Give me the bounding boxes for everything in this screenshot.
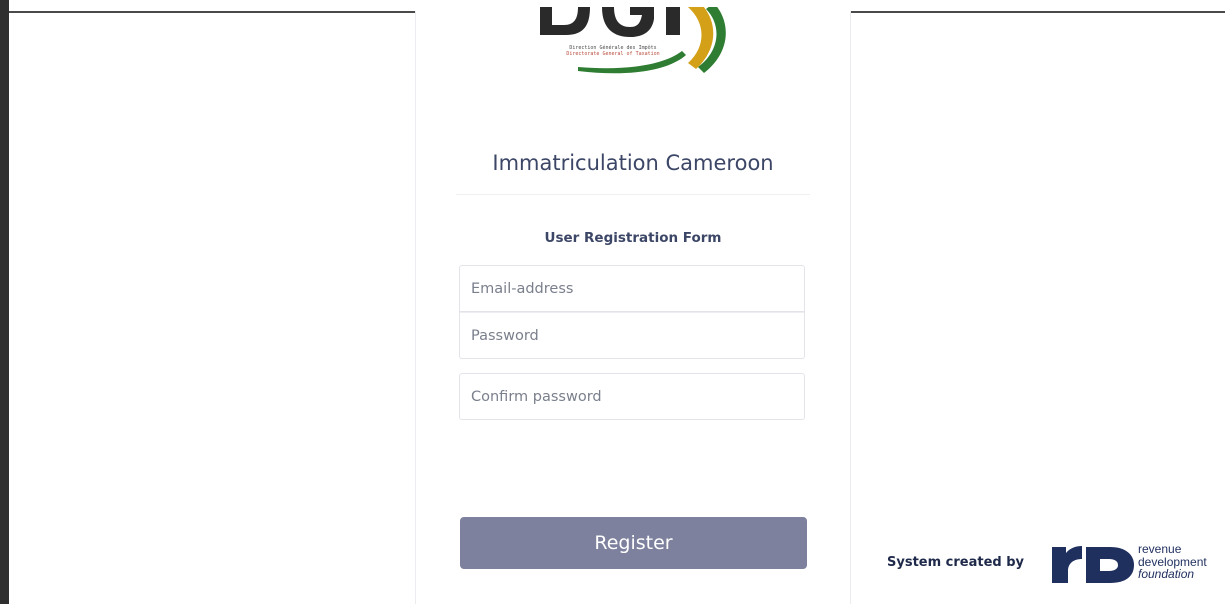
window-left-border xyxy=(0,0,9,604)
password-field[interactable] xyxy=(459,312,805,359)
rdf-text-line1: revenue xyxy=(1138,543,1182,556)
system-credit-text: System created by xyxy=(887,555,1025,570)
dgi-logo: Direction Générale des Impôts Directorat… xyxy=(518,7,748,97)
registration-panel: Direction Générale des Impôts Directorat… xyxy=(415,7,851,604)
dgi-caption-line2: Directorate General of Taxation xyxy=(566,51,660,57)
dgi-logo-caption: Direction Générale des Impôts Directorat… xyxy=(538,45,688,57)
rdf-logo-mark xyxy=(1052,546,1134,583)
rdf-logo-text: revenue development foundation xyxy=(1138,543,1225,581)
rdf-text-line3: foundation xyxy=(1138,567,1195,581)
title-divider xyxy=(456,194,810,195)
form-subtitle: User Registration Form xyxy=(544,230,722,246)
register-button[interactable]: Register xyxy=(460,517,807,569)
email-field[interactable] xyxy=(459,265,805,312)
page-title: Immatriculation Cameroon xyxy=(492,151,774,175)
confirm-password-field[interactable] xyxy=(459,373,805,420)
